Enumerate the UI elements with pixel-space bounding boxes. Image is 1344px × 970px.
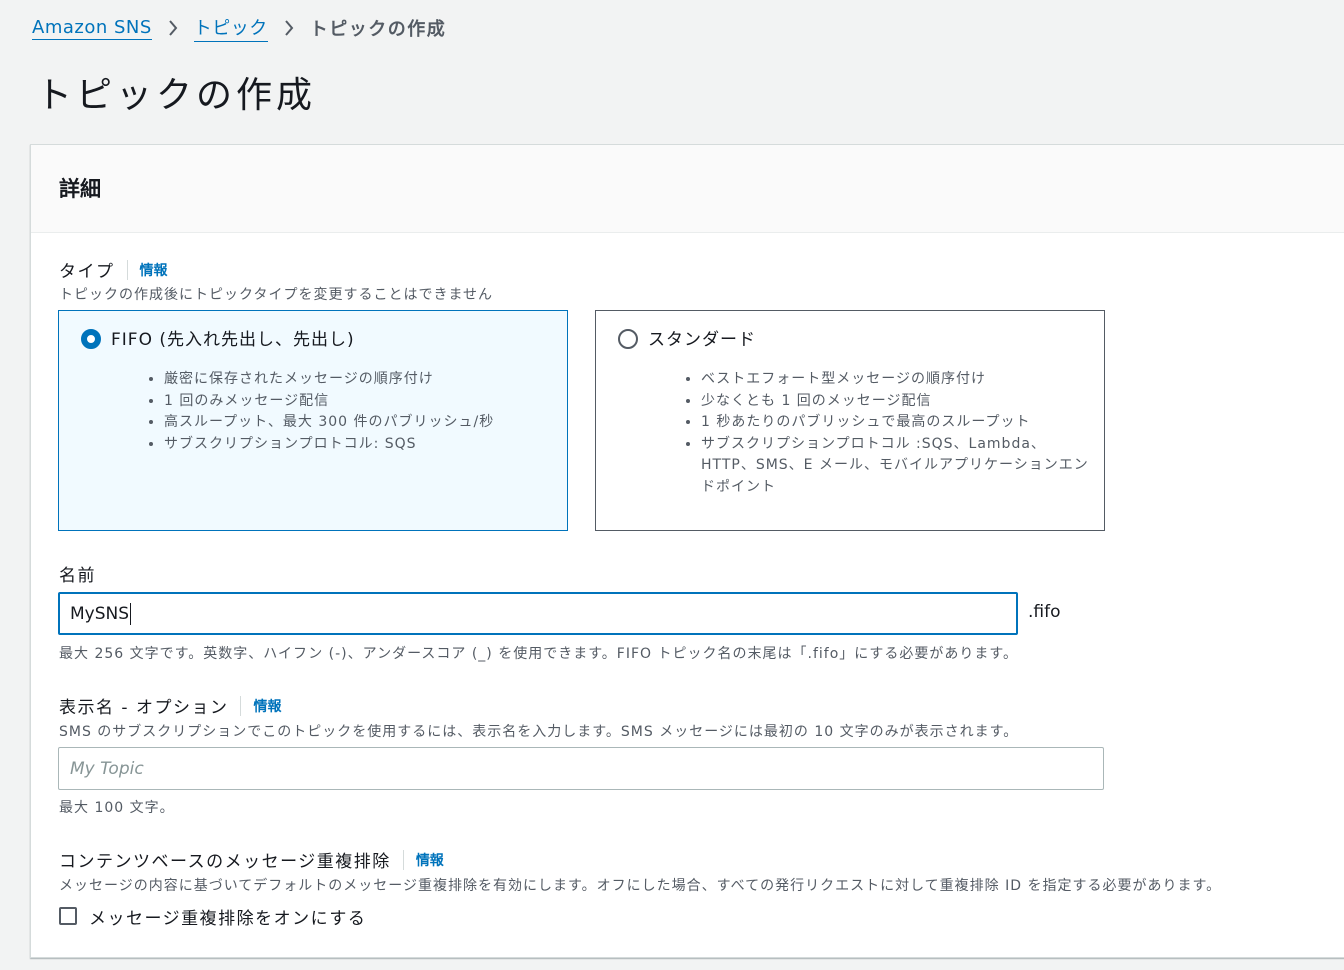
- fifo-radio[interactable]: [81, 329, 101, 349]
- breadcrumb-amazon-sns[interactable]: Amazon SNS: [32, 17, 152, 40]
- breadcrumb: Amazon SNS トピック トピックの作成: [32, 14, 446, 42]
- display-name-label-row: 表示名 - オプション 情報: [59, 693, 281, 718]
- list-item: 厳密に保存されたメッセージの順序付け: [164, 369, 554, 391]
- display-name-hint: 最大 100 文字。: [59, 800, 175, 816]
- display-name-label: 表示名 - オプション: [59, 698, 229, 718]
- dedup-info-link[interactable]: 情報: [402, 849, 444, 870]
- type-info-link[interactable]: 情報: [126, 259, 168, 280]
- type-description: トピックの作成後にトピックタイプを変更することはできません: [59, 287, 494, 303]
- fifo-features: 厳密に保存されたメッセージの順序付け 1 回のみメッセージ配信 高スループット、…: [164, 369, 554, 455]
- panel-header: 詳細: [31, 145, 1344, 233]
- name-hint: 最大 256 文字です。英数字、ハイフン (-)、アンダースコア (_) を使用…: [59, 646, 1019, 662]
- name-suffix: .fifo: [1028, 602, 1061, 622]
- list-item: 1 回のみメッセージ配信: [164, 391, 554, 413]
- dedup-label: コンテンツベースのメッセージ重複排除: [59, 852, 391, 872]
- name-label: 名前: [59, 566, 96, 586]
- breadcrumb-topics[interactable]: トピック: [193, 14, 268, 42]
- dedup-label-row: コンテンツベースのメッセージ重複排除 情報: [59, 847, 444, 872]
- chevron-right-icon: [168, 19, 178, 37]
- list-item: ベストエフォート型メッセージの順序付け: [701, 369, 1091, 391]
- text-caret: [130, 602, 132, 625]
- list-item: 1 秒あたりのパブリッシュで最高のスループット: [701, 412, 1091, 434]
- dedup-checkbox[interactable]: [59, 907, 77, 925]
- standard-features: ベストエフォート型メッセージの順序付け 少なくとも 1 回のメッセージ配信 1 …: [701, 369, 1091, 498]
- list-item: サブスクリプションプロトコル :SQS、Lambda、HTTP、SMS、E メー…: [701, 434, 1091, 499]
- page-title: トピックの作成: [36, 75, 317, 116]
- name-input-value: MySNS: [70, 603, 130, 624]
- display-name-info-link[interactable]: 情報: [240, 695, 281, 716]
- list-item: 高スループット、最大 300 件のパブリッシュ/秒: [164, 412, 554, 434]
- standard-title: スタンダード: [648, 330, 756, 350]
- type-option-standard[interactable]: スタンダード ベストエフォート型メッセージの順序付け 少なくとも 1 回のメッセ…: [595, 310, 1105, 531]
- dedup-checkbox-label[interactable]: メッセージ重複排除をオンにする: [89, 904, 366, 929]
- dedup-description: メッセージの内容に基づいてデフォルトのメッセージ重複排除を有効にします。オフにし…: [59, 878, 1222, 894]
- details-panel: 詳細 タイプ 情報 トピックの作成後にトピックタイプを変更することはできません …: [30, 144, 1344, 958]
- name-input[interactable]: MySNS: [58, 592, 1018, 635]
- list-item: 少なくとも 1 回のメッセージ配信: [701, 391, 1091, 413]
- panel-title: 詳細: [59, 177, 101, 201]
- list-item: サブスクリプションプロトコル: SQS: [164, 434, 554, 456]
- display-name-input[interactable]: My Topic: [58, 747, 1104, 790]
- display-name-description: SMS のサブスクリプションでこのトピックを使用するには、表示名を入力します。S…: [59, 724, 1019, 740]
- standard-radio[interactable]: [618, 329, 638, 349]
- chevron-right-icon: [284, 19, 294, 37]
- type-label-row: タイプ 情報: [59, 257, 168, 282]
- type-option-fifo[interactable]: FIFO (先入れ先出し、先出し) 厳密に保存されたメッセージの順序付け 1 回…: [58, 310, 568, 531]
- breadcrumb-current: トピックの作成: [309, 19, 447, 40]
- type-label: タイプ: [59, 262, 115, 282]
- fifo-title: FIFO (先入れ先出し、先出し): [111, 330, 355, 350]
